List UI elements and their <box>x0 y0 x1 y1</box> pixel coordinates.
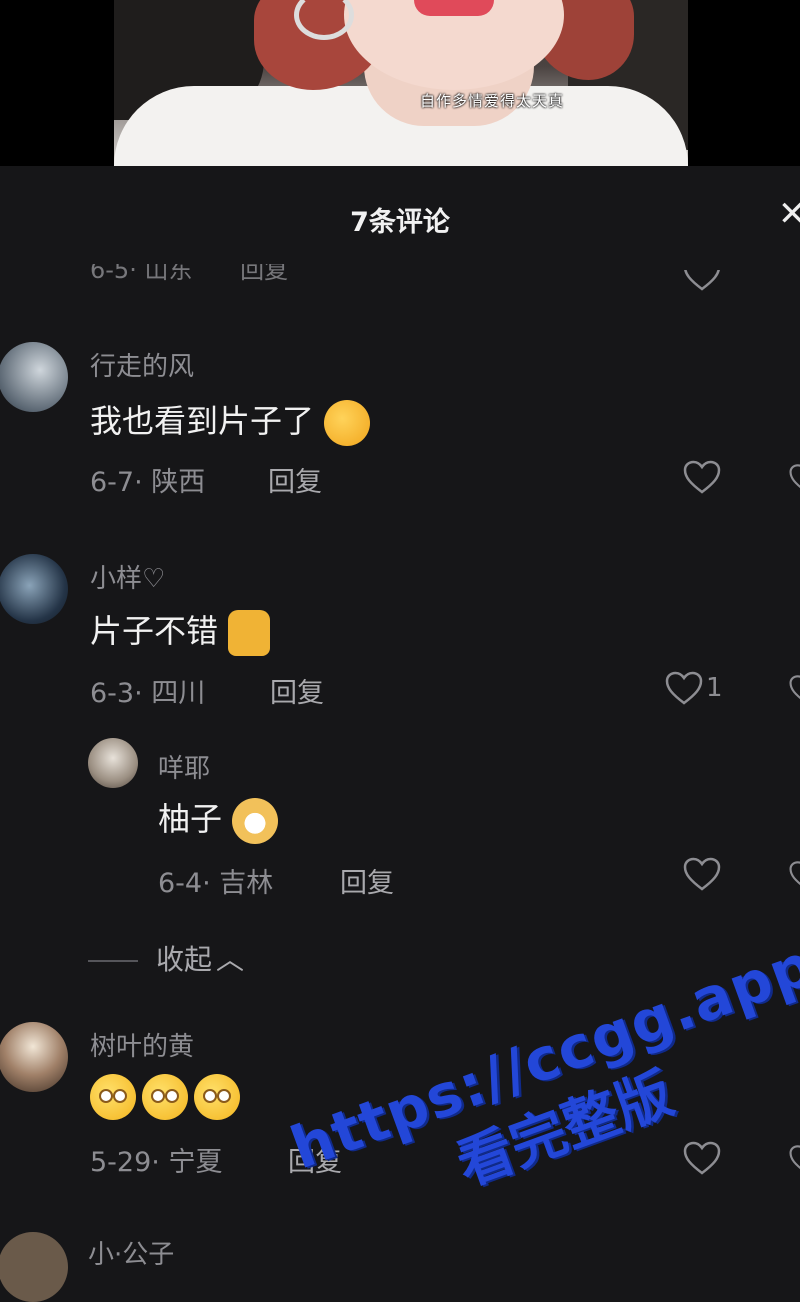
heart-icon[interactable] <box>788 858 800 892</box>
avatar[interactable] <box>0 1232 68 1302</box>
date-location: 6-7· 陕西 <box>90 467 206 498</box>
dog-tongue-emoji-icon <box>232 798 279 844</box>
smile-emoji-icon <box>90 1074 136 1120</box>
video-subtitle: 自作多情爱得太天真 <box>420 92 565 110</box>
heart-icon[interactable] <box>682 1140 722 1176</box>
collapse-replies-button[interactable]: 收起 ︿ <box>88 938 244 978</box>
heart-icon[interactable] <box>788 461 800 495</box>
video-player[interactable]: 自作多情爱得太天真 <box>0 0 800 166</box>
smile-emoji-icon <box>194 1074 240 1120</box>
comment-text: 片子不错 <box>90 606 271 656</box>
comment-username[interactable]: 咩耶 <box>158 748 210 785</box>
close-icon[interactable]: ✕ <box>778 196 800 232</box>
date-location: 6-4· 吉林 <box>158 868 274 899</box>
avatar[interactable] <box>0 342 68 412</box>
comment-username[interactable]: 小样♡ <box>90 558 165 595</box>
like-count: 1 <box>706 673 723 703</box>
reply-button[interactable]: 回复 <box>268 460 322 499</box>
divider-line <box>88 960 138 962</box>
comment-text <box>90 1074 246 1120</box>
avatar[interactable] <box>88 738 138 788</box>
heart-icon[interactable] <box>788 672 800 706</box>
video-frame: 自作多情爱得太天真 <box>114 0 688 166</box>
avatar[interactable] <box>0 554 68 624</box>
chevron-up-icon: ︿ <box>216 943 245 976</box>
collapse-label: 收起 <box>156 943 213 976</box>
comment-text-content: 我也看到片子了 <box>90 402 315 440</box>
smile-emoji-icon <box>142 1074 188 1120</box>
comments-title: 7条评论 <box>350 207 450 238</box>
heart-icon[interactable] <box>682 856 722 892</box>
avatar[interactable] <box>0 1022 68 1092</box>
comment-username[interactable]: 行走的风 <box>90 346 194 383</box>
reply-button[interactable]: 回复 <box>340 861 394 900</box>
date-location: 6-3· 四川 <box>90 678 206 709</box>
heart-icon[interactable] <box>788 1142 800 1176</box>
reply-button[interactable]: 回复 <box>270 671 324 710</box>
comment-text: 我也看到片子了 <box>90 396 371 446</box>
comment-username[interactable]: 树叶的黄 <box>90 1026 194 1063</box>
comment-username[interactable]: 小·公子 <box>88 1234 174 1271</box>
watermark: https://ccgg.app 看完整版 <box>282 930 800 1253</box>
comment-text: 柚子 <box>158 794 279 844</box>
date-location: 5-29· 宁夏 <box>90 1147 223 1178</box>
peeking-cat-emoji-icon <box>228 610 271 656</box>
laughing-crying-emoji-icon <box>324 400 371 446</box>
comment-text-content: 片子不错 <box>90 612 219 650</box>
comment-text-content: 柚子 <box>158 800 223 838</box>
heart-icon[interactable] <box>664 670 704 706</box>
comments-header: 7条评论 ✕ <box>0 166 800 266</box>
heart-icon[interactable] <box>682 459 722 495</box>
